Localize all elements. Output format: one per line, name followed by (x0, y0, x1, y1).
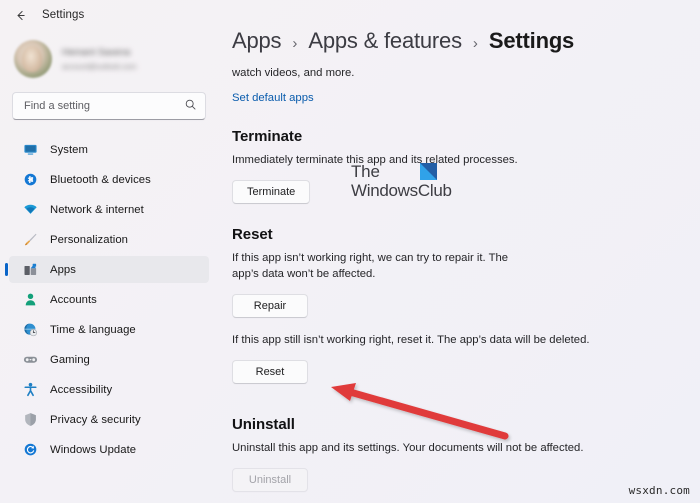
shield-icon (23, 412, 38, 427)
sidebar-nav: System Bluetooth & devices Network & int… (0, 136, 218, 463)
update-icon (23, 442, 38, 457)
sidebar-item-label: Time & language (50, 323, 136, 336)
breadcrumb: Apps › Apps & features › Settings (232, 28, 676, 54)
back-arrow-icon[interactable] (10, 5, 30, 25)
sidebar-item-label: Network & internet (50, 203, 144, 216)
watermark-line-1: The (351, 162, 380, 181)
search-input[interactable] (24, 100, 184, 112)
settings-sidebar: Settings Hemant Saxena account@outlook.c… (0, 0, 218, 503)
reset-button[interactable]: Reset (232, 360, 308, 384)
bluetooth-icon (23, 172, 38, 187)
wifi-icon (23, 202, 38, 217)
search-box[interactable] (12, 92, 206, 120)
app-title: Settings (42, 9, 85, 21)
sidebar-item-privacy-security[interactable]: Privacy & security (9, 406, 209, 433)
site-watermark: wsxdn.com (628, 484, 690, 497)
repair-button[interactable]: Repair (232, 294, 308, 318)
sidebar-item-label: Personalization (50, 233, 128, 246)
search-icon[interactable] (184, 98, 197, 114)
windowsclub-logo-icon (419, 163, 437, 180)
person-icon (23, 292, 38, 307)
sidebar-item-label: Privacy & security (50, 413, 141, 426)
set-default-apps-link[interactable]: Set default apps (232, 92, 314, 104)
intro-text: watch videos, and more. (232, 67, 355, 79)
accessibility-icon (23, 382, 38, 397)
sidebar-item-label: Accessibility (50, 383, 113, 396)
repair-description: If this app isn’t working right, we can … (232, 252, 509, 280)
profile-email: account@outlook.com (62, 61, 137, 71)
reset-description: If this app still isn’t working right, r… (232, 334, 590, 346)
breadcrumb-apps-features[interactable]: Apps & features (308, 28, 462, 54)
sidebar-item-gaming[interactable]: Gaming (9, 346, 209, 373)
sidebar-item-label: Windows Update (50, 443, 137, 456)
apps-icon (23, 262, 38, 277)
sidebar-item-accounts[interactable]: Accounts (9, 286, 209, 313)
globe-clock-icon (23, 322, 38, 337)
reset-heading: Reset (232, 226, 273, 243)
breadcrumb-apps[interactable]: Apps (232, 28, 282, 54)
sidebar-item-label: Apps (50, 263, 76, 276)
sidebar-item-label: Bluetooth & devices (50, 173, 151, 186)
sidebar-item-label: System (50, 143, 88, 156)
uninstall-description: Uninstall this app and its settings. You… (232, 442, 584, 454)
sidebar-item-apps[interactable]: Apps (5, 256, 209, 283)
sidebar-item-accessibility[interactable]: Accessibility (9, 376, 209, 403)
terminate-description: Immediately terminate this app and its r… (232, 154, 518, 166)
sidebar-item-personalization[interactable]: Personalization (9, 226, 209, 253)
title-bar: Settings (0, 0, 218, 30)
breadcrumb-settings: Settings (488, 28, 575, 53)
sidebar-item-label: Gaming (50, 353, 90, 366)
sidebar-item-bluetooth-devices[interactable]: Bluetooth & devices (9, 166, 209, 193)
main-content: Apps › Apps & features › Settings watch … (218, 0, 700, 503)
gamepad-icon (23, 352, 38, 367)
watermark-line-2: WindowsClub (351, 181, 452, 200)
terminate-heading: Terminate (232, 128, 303, 145)
profile-text: Hemant Saxena account@outlook.com (62, 48, 136, 70)
profile-name: Hemant Saxena (62, 47, 131, 58)
uninstall-button[interactable]: Uninstall (232, 468, 308, 492)
windowsclub-watermark: The WindowsClub (351, 162, 452, 201)
chevron-right-icon: › (472, 35, 478, 52)
sidebar-item-system[interactable]: System (9, 136, 209, 163)
terminate-button[interactable]: Terminate (232, 180, 311, 204)
paintbrush-icon (23, 232, 38, 247)
uninstall-heading: Uninstall (232, 416, 295, 433)
sidebar-item-network-internet[interactable]: Network & internet (9, 196, 209, 223)
chevron-right-icon: › (292, 35, 298, 52)
sidebar-item-label: Accounts (50, 293, 97, 306)
sidebar-item-time-language[interactable]: Time & language (9, 316, 209, 343)
user-profile[interactable]: Hemant Saxena account@outlook.com (0, 30, 218, 86)
sidebar-item-windows-update[interactable]: Windows Update (9, 436, 209, 463)
avatar (14, 40, 52, 78)
display-icon (23, 142, 38, 157)
